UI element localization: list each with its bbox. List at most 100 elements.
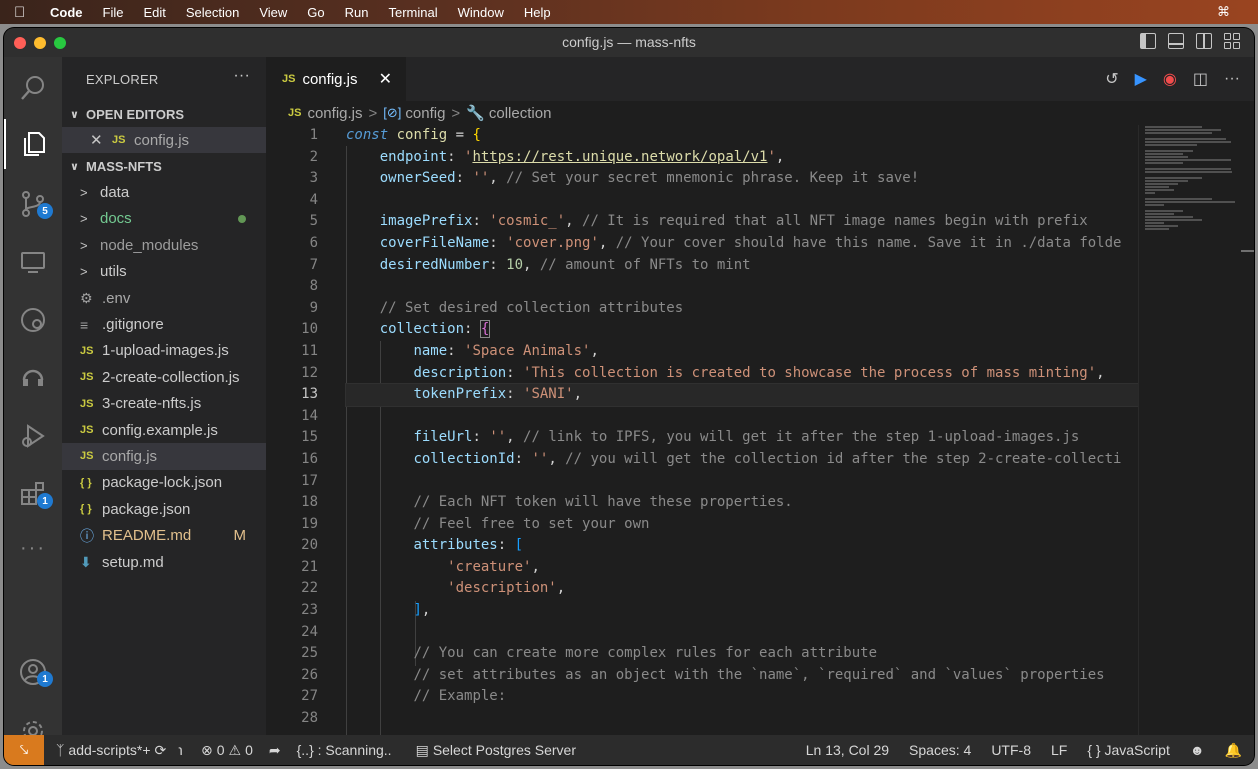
error-icon: ⊗ <box>200 741 213 758</box>
activity-run-debug[interactable] <box>4 411 62 461</box>
split-editor-icon[interactable]: ◫ <box>1193 69 1208 89</box>
line-number: 28 <box>301 710 318 727</box>
menu-go[interactable]: Go <box>307 5 324 20</box>
tree-item-env[interactable]: ⚙ .env <box>62 285 266 311</box>
js-file-icon: JS <box>80 397 94 410</box>
problems-indicator[interactable]: ⊗ 0 ⚠ 0 <box>201 742 253 759</box>
more-icon[interactable]: ··· <box>4 523 62 573</box>
run-icon[interactable]: ▶ <box>1135 69 1147 89</box>
activity-remote-explorer[interactable] <box>4 237 62 287</box>
menu-run[interactable]: Run <box>345 5 369 20</box>
tree-item-config-example[interactable]: JS config.example.js <box>62 417 266 443</box>
code-line: // Example: <box>413 688 507 705</box>
minimap-line <box>1145 156 1188 158</box>
menu-window[interactable]: Window <box>458 5 504 20</box>
record-stop-icon[interactable]: ◉ <box>1163 69 1177 89</box>
encoding[interactable]: UTF-8 <box>991 742 1031 758</box>
menu-terminal[interactable]: Terminal <box>389 5 438 20</box>
json-file-icon: { } <box>80 503 92 516</box>
code-editor[interactable]: 1 2 3 4 5 6 7 8 9 10 11 12 13 14 15 16 17 18 19 20 21 22 23 24 2… <box>266 125 1138 735</box>
json-file-icon: { } <box>80 476 92 489</box>
code-line: collectionId: '', // you will get the co… <box>413 450 1122 467</box>
minimap-line <box>1145 198 1212 200</box>
menu-file[interactable]: File <box>103 5 124 20</box>
end-of-line[interactable]: LF <box>1051 742 1067 758</box>
toggle-sidebar-icon[interactable] <box>1140 33 1156 49</box>
command-key-icon[interactable]: ⌘ <box>1217 4 1230 20</box>
breadcrumb-file[interactable]: config.js <box>307 105 362 122</box>
code-line: // Feel free to set your own <box>413 515 650 532</box>
language-mode[interactable]: { } JavaScript <box>1087 742 1170 758</box>
git-branch-icon: ᛉ <box>56 742 65 758</box>
scanning-status[interactable]: {..} : Scanning.. <box>297 742 392 758</box>
sync-icon[interactable]: ⟳ <box>155 742 167 759</box>
activity-source-control[interactable]: 5 <box>4 179 62 229</box>
remote-explorer-icon <box>21 252 45 273</box>
notifications-bell-icon[interactable]: 🔔 <box>1225 742 1242 759</box>
tree-item-utils[interactable]: > utils <box>62 259 266 285</box>
toggle-secondary-sidebar-icon[interactable] <box>1196 33 1212 49</box>
code-line: // Each NFT token will have these proper… <box>413 494 793 511</box>
activity-docker[interactable] <box>4 295 62 345</box>
code-line: name: 'Space Animals', <box>413 342 599 359</box>
branch-indicator[interactable]: ᛉ add-scripts*+ ⟳ <box>56 742 166 759</box>
minimap-line <box>1145 126 1202 128</box>
more-actions-icon[interactable]: ··· <box>1224 70 1240 88</box>
customize-layout-icon[interactable] <box>1224 33 1240 49</box>
activity-extensions[interactable]: 1 <box>4 469 62 519</box>
open-editor-item[interactable]: ✕ JS config.js <box>62 127 266 154</box>
toggle-panel-icon[interactable] <box>1168 33 1184 49</box>
status-bar: ⤥ ᛉ add-scripts*+ ⟳ ℩ ⊗ 0 ⚠ 0 ➦ {..} : S… <box>4 735 1254 765</box>
mac-menubar:  Code File Edit Selection View Go Run T… <box>0 0 1258 24</box>
code-line: coverFileName: 'cover.png', // Your cove… <box>379 234 1122 251</box>
history-icon[interactable]: ↺ <box>1105 69 1118 89</box>
activity-live-share[interactable] <box>4 353 62 403</box>
tab-config-js[interactable]: JS config.js ✕ <box>266 57 406 101</box>
breadcrumb-symbol-collection[interactable]: collection <box>489 105 552 122</box>
postgres-selector[interactable]: ▤ Select Postgres Server <box>416 742 576 759</box>
js-file-icon: JS <box>112 134 126 147</box>
tree-item-readme[interactable]: ⓘ README.md M <box>62 522 266 548</box>
activity-accounts[interactable]: 1 <box>4 647 62 697</box>
tree-item-package[interactable]: { } package.json <box>62 496 266 522</box>
code-lines: const config = { endpoint: 'https://rest… <box>345 125 1138 730</box>
indentation[interactable]: Spaces: 4 <box>909 742 971 758</box>
remote-indicator-icon[interactable]: ⤥ <box>4 735 44 765</box>
tree-item-docs[interactable]: > docs <box>62 206 266 232</box>
extensions-badge: 1 <box>37 493 53 509</box>
tree-item-gitignore[interactable]: ≡ .gitignore <box>62 311 266 337</box>
explorer-more-icon[interactable]: ··· <box>233 67 250 85</box>
menu-view[interactable]: View <box>259 5 287 20</box>
menu-selection[interactable]: Selection <box>186 5 239 20</box>
tree-item-upload-images[interactable]: JS 1-upload-images.js <box>62 338 266 364</box>
project-section[interactable]: ∨ MASS-NFTS <box>62 153 266 179</box>
explorer-header: EXPLORER ··· <box>62 57 266 101</box>
menu-help[interactable]: Help <box>524 5 551 20</box>
chevron-right-icon: > <box>368 104 378 122</box>
apple-icon[interactable]:  <box>14 4 44 21</box>
open-editors-section[interactable]: ∨ OPEN EDITORS <box>62 101 266 127</box>
tree-item-setup[interactable]: ⬇ setup.md <box>62 549 266 575</box>
live-share-icon[interactable]: ➦ <box>269 742 281 759</box>
code-line-current: tokenPrefix: 'SANI', <box>345 383 1138 407</box>
menu-edit[interactable]: Edit <box>143 5 165 20</box>
breadcrumb-symbol-config[interactable]: config <box>405 105 445 122</box>
activity-explorer[interactable] <box>4 119 62 169</box>
minimap[interactable] <box>1138 125 1254 735</box>
tree-item-data[interactable]: > data <box>62 179 266 205</box>
activity-search[interactable] <box>4 63 62 113</box>
close-icon[interactable]: ✕ <box>90 131 112 149</box>
line-number: 12 <box>301 364 318 381</box>
tree-item-node-modules[interactable]: > node_modules <box>62 232 266 258</box>
menu-app-name[interactable]: Code <box>50 5 83 20</box>
tree-item-package-lock[interactable]: { } package-lock.json <box>62 470 266 496</box>
git-graph-icon[interactable]: ℩ <box>178 742 183 759</box>
tree-item-create-nfts[interactable]: JS 3-create-nfts.js <box>62 391 266 417</box>
cursor-position[interactable]: Ln 13, Col 29 <box>806 742 889 758</box>
close-icon[interactable]: ✕ <box>379 69 392 89</box>
tree-item-create-collection[interactable]: JS 2-create-collection.js <box>62 364 266 390</box>
headset-icon <box>22 369 44 386</box>
feedback-icon[interactable]: ☻ <box>1190 742 1205 758</box>
minimap-line <box>1145 192 1155 194</box>
tree-item-config[interactable]: JS config.js <box>62 443 266 470</box>
